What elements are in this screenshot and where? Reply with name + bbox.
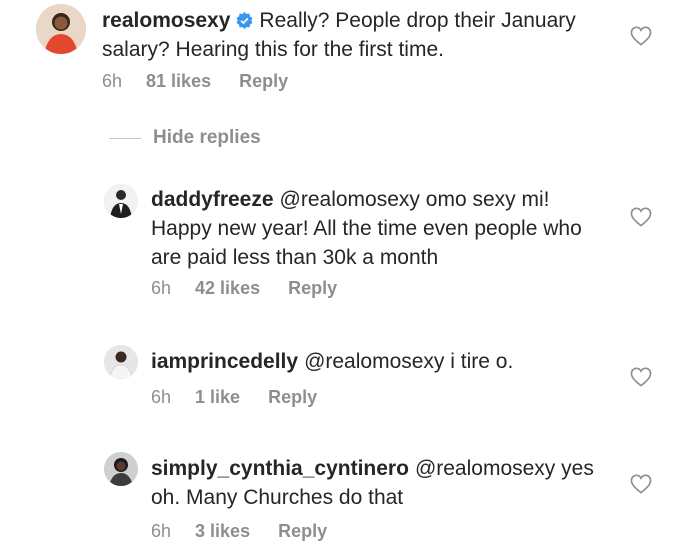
reply-button[interactable]: Reply	[278, 521, 327, 542]
avatar[interactable]	[104, 452, 138, 486]
likes-count[interactable]: 3 likes	[195, 521, 250, 542]
comment-meta: 6h 3 likes Reply	[151, 521, 327, 542]
comment-realomosexy: realomosexy Really? People drop their Jan…	[0, 0, 700, 110]
username[interactable]: daddyfreeze	[151, 188, 274, 211]
timestamp: 6h	[151, 521, 172, 541]
username[interactable]: simply_cynthia_cyntinero	[151, 457, 409, 480]
comment-meta: 6h 81 likes Reply	[102, 71, 288, 92]
reply-button[interactable]: Reply	[239, 71, 288, 92]
comment-simply-cynthia-cyntinero: simply_cynthia_cyntinero @realomosexy yes…	[0, 448, 700, 553]
comment-body: i tire o.	[450, 350, 514, 373]
comment-text: simply_cynthia_cyntinero @realomosexy yes…	[151, 454, 611, 512]
avatar[interactable]	[104, 345, 138, 379]
comment-text: realomosexy Really? People drop their Jan…	[102, 6, 622, 64]
comment-meta: 6h 42 likes Reply	[151, 278, 337, 299]
mention-link[interactable]: @realomosexy	[415, 457, 555, 480]
hide-replies-button[interactable]: Hide replies	[109, 127, 261, 149]
verified-badge-icon	[236, 12, 253, 29]
mention-link[interactable]: @realomosexy	[304, 350, 444, 373]
reply-button[interactable]: Reply	[268, 387, 317, 408]
heart-icon[interactable]	[630, 367, 652, 387]
likes-count[interactable]: 42 likes	[195, 278, 260, 299]
timestamp: 6h	[102, 71, 123, 91]
comment-iamprincedelly: iamprincedelly @realomosexy i tire o. 6h …	[0, 340, 700, 420]
heart-icon[interactable]	[630, 26, 652, 46]
comment-meta: 6h 1 like Reply	[151, 387, 317, 408]
hide-replies-label: Hide replies	[153, 127, 261, 148]
comment-daddyfreeze: daddyfreeze @realomosexy omo sexy mi! Hap…	[0, 170, 700, 310]
timestamp: 6h	[151, 278, 172, 298]
reply-button[interactable]: Reply	[288, 278, 337, 299]
timestamp: 6h	[151, 387, 172, 407]
avatar[interactable]	[36, 4, 86, 54]
mention-link[interactable]: @realomosexy	[280, 188, 420, 211]
likes-count[interactable]: 1 like	[195, 387, 240, 408]
divider-line	[109, 137, 141, 139]
username[interactable]: realomosexy	[102, 9, 230, 32]
username[interactable]: iamprincedelly	[151, 350, 298, 373]
avatar[interactable]	[104, 184, 138, 218]
comment-text: daddyfreeze @realomosexy omo sexy mi! Hap…	[151, 185, 601, 272]
heart-icon[interactable]	[630, 207, 652, 227]
comment-text: iamprincedelly @realomosexy i tire o.	[151, 347, 611, 376]
heart-icon[interactable]	[630, 474, 652, 494]
likes-count[interactable]: 81 likes	[146, 71, 211, 92]
